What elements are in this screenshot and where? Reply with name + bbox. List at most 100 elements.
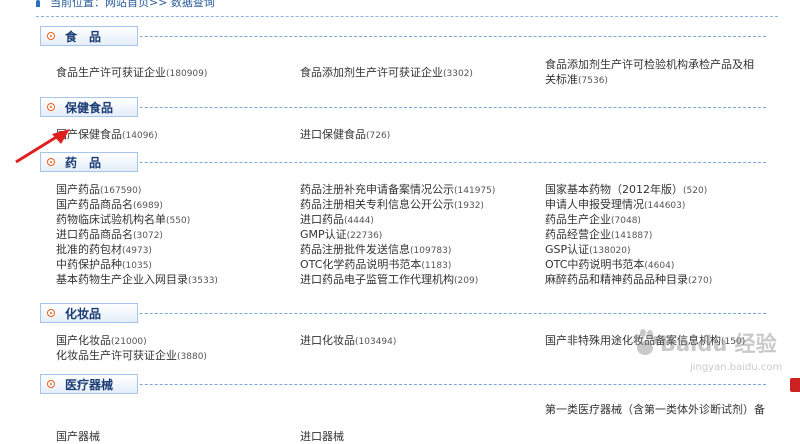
item-label: OTC化学药品说明书范本 (300, 258, 422, 271)
list-item[interactable]: 化妆品生产许可获证企业(3880) (56, 348, 207, 365)
item-count: (7536) (578, 76, 608, 86)
item-count: (22736) (346, 231, 383, 241)
breadcrumb-text: 当前位置：网站首页>> 数据查询 (50, 0, 215, 9)
item-count: (3880) (177, 352, 207, 362)
item-count: (3302) (443, 69, 473, 79)
item-label: 药品经营企业 (545, 228, 611, 241)
item-count: (1183) (421, 261, 452, 271)
item-label: 化妆品生产许可获证企业 (56, 349, 177, 362)
item-count: (3533) (188, 276, 218, 286)
breadcrumb-divider (36, 16, 778, 17)
item-count: (21000) (111, 337, 147, 347)
item-count: (103494) (355, 337, 397, 347)
item-label: 进口药品商品名 (56, 228, 133, 241)
item-count: (4973) (122, 246, 152, 256)
section-health-food: 保健食品 国产保健食品(14096) 进口保健食品(726) (0, 97, 800, 141)
section-title: 食 品 (65, 30, 102, 44)
item-label: 进口化妆品 (300, 334, 355, 347)
section-header: 化妆品 (0, 303, 800, 323)
item-label: 国产化妆品 (56, 334, 111, 347)
item-count: (141975) (454, 186, 496, 196)
item-count: (4444) (344, 216, 374, 226)
item-count: (4604) (644, 261, 675, 271)
item-count: (167590) (100, 186, 142, 196)
annotation-arrow-icon (15, 129, 70, 164)
list-item[interactable]: 食品生产许可获证企业(180909) (56, 65, 207, 82)
section-divider (40, 162, 766, 163)
section-drugs: 药 品 国产药品(167590) 药品注册补充申请备案情况公示(141975) … (0, 152, 800, 286)
item-label: 进口药品 (300, 213, 344, 226)
item-label: 食品添加剂生产许可检验机构承检产品及相关标准 (545, 58, 754, 86)
item-label: 申请人申报受理情况 (545, 198, 644, 211)
item-label: GSP认证 (545, 243, 590, 256)
section-divider (40, 36, 766, 37)
section-divider (40, 313, 766, 314)
item-label: 国产药品商品名 (56, 198, 133, 211)
list-item[interactable]: 麻醉药品和精神药品品种目录(270) (545, 272, 712, 289)
paw-icon (634, 329, 658, 355)
item-count: (6989) (133, 201, 163, 211)
item-count: (144603) (644, 201, 686, 211)
section-title: 化妆品 (65, 307, 102, 321)
baidu-watermark: Baidu 经验 jingyan.baidu.com (632, 326, 782, 386)
section-header: 食 品 (0, 26, 800, 46)
watermark-text: Baidu 经验 (660, 332, 777, 356)
section-tab: 食 品 (40, 26, 138, 46)
section-food: 食 品 食品生产许可获证企业(180909) 食品添加剂生产许可获证企业(330… (0, 26, 800, 86)
bullet-icon (47, 103, 55, 111)
breadcrumb: 当前位置：网站首页>> 数据查询 (36, 0, 215, 9)
item-label: OTC中药说明书范本 (545, 258, 645, 271)
item-count: (141887) (611, 231, 653, 241)
share-icon[interactable] (790, 378, 800, 392)
item-label: 批准的药包材 (56, 243, 122, 256)
watermark-url: jingyan.baidu.com (690, 362, 783, 373)
list-item[interactable]: 进口药品电子监管工作代理机构(209) (300, 272, 478, 289)
item-label: 进口药品电子监管工作代理机构 (300, 273, 454, 286)
item-label: 药品生产企业 (545, 213, 611, 226)
location-pin-icon (36, 0, 40, 7)
list-item[interactable]: 食品添加剂生产许可检验机构承检产品及相关标准(7536) (545, 57, 760, 89)
section-tab: 保健食品 (40, 97, 138, 117)
item-label: 中药保护品种 (56, 258, 122, 271)
list-item[interactable]: 基本药物生产企业入网目录(3533) (56, 272, 218, 289)
section-divider (40, 107, 766, 108)
list-item[interactable]: 进口器械 (300, 429, 344, 444)
item-count: (109783) (410, 246, 452, 256)
item-label: 国产药品 (56, 183, 100, 196)
section-tab: 化妆品 (40, 303, 138, 323)
item-count: (520) (683, 186, 708, 196)
item-count: (1932) (454, 201, 484, 211)
bullet-icon (47, 309, 55, 317)
item-count: (138020) (589, 246, 631, 256)
item-label: 国产器械 (56, 430, 100, 443)
item-label: 国家基本药物（2012年版） (545, 183, 683, 196)
section-cosmetics: 化妆品 国产化妆品(21000) 进口化妆品(103494) 国产非特殊用途化妆… (0, 303, 800, 362)
list-item[interactable]: 进口化妆品(103494) (300, 333, 396, 350)
item-count: (7048) (611, 216, 641, 226)
item-count: (180909) (166, 69, 208, 79)
item-count: (550) (166, 216, 191, 226)
section-title: 医疗器械 (65, 378, 114, 392)
item-count: (209) (454, 276, 479, 286)
bullet-icon (47, 32, 55, 40)
item-count: (270) (688, 276, 713, 286)
section-header: 保健食品 (0, 97, 800, 117)
bullet-icon (47, 380, 55, 388)
item-count: (726) (366, 131, 391, 141)
list-item[interactable]: 国产器械 (56, 429, 100, 444)
item-label: 药品注册补充申请备案情况公示 (300, 183, 454, 196)
item-label: 药物临床试验机构名单 (56, 213, 166, 226)
item-label: 食品生产许可获证企业 (56, 66, 166, 79)
item-label: 进口器械 (300, 430, 344, 443)
list-item[interactable]: 食品添加剂生产许可获证企业(3302) (300, 65, 473, 82)
item-label: 进口保健食品 (300, 128, 366, 141)
item-count: (3072) (133, 231, 163, 241)
list-item[interactable]: 进口保健食品(726) (300, 127, 390, 144)
section-title: 保健食品 (65, 101, 114, 115)
item-label: GMP认证 (300, 228, 347, 241)
item-label: 麻醉药品和精神药品品种目录 (545, 273, 688, 286)
item-count: (14096) (122, 131, 158, 141)
item-label: 基本药物生产企业入网目录 (56, 273, 188, 286)
section-header: 药 品 (0, 152, 800, 172)
item-count: (1035) (122, 261, 152, 271)
